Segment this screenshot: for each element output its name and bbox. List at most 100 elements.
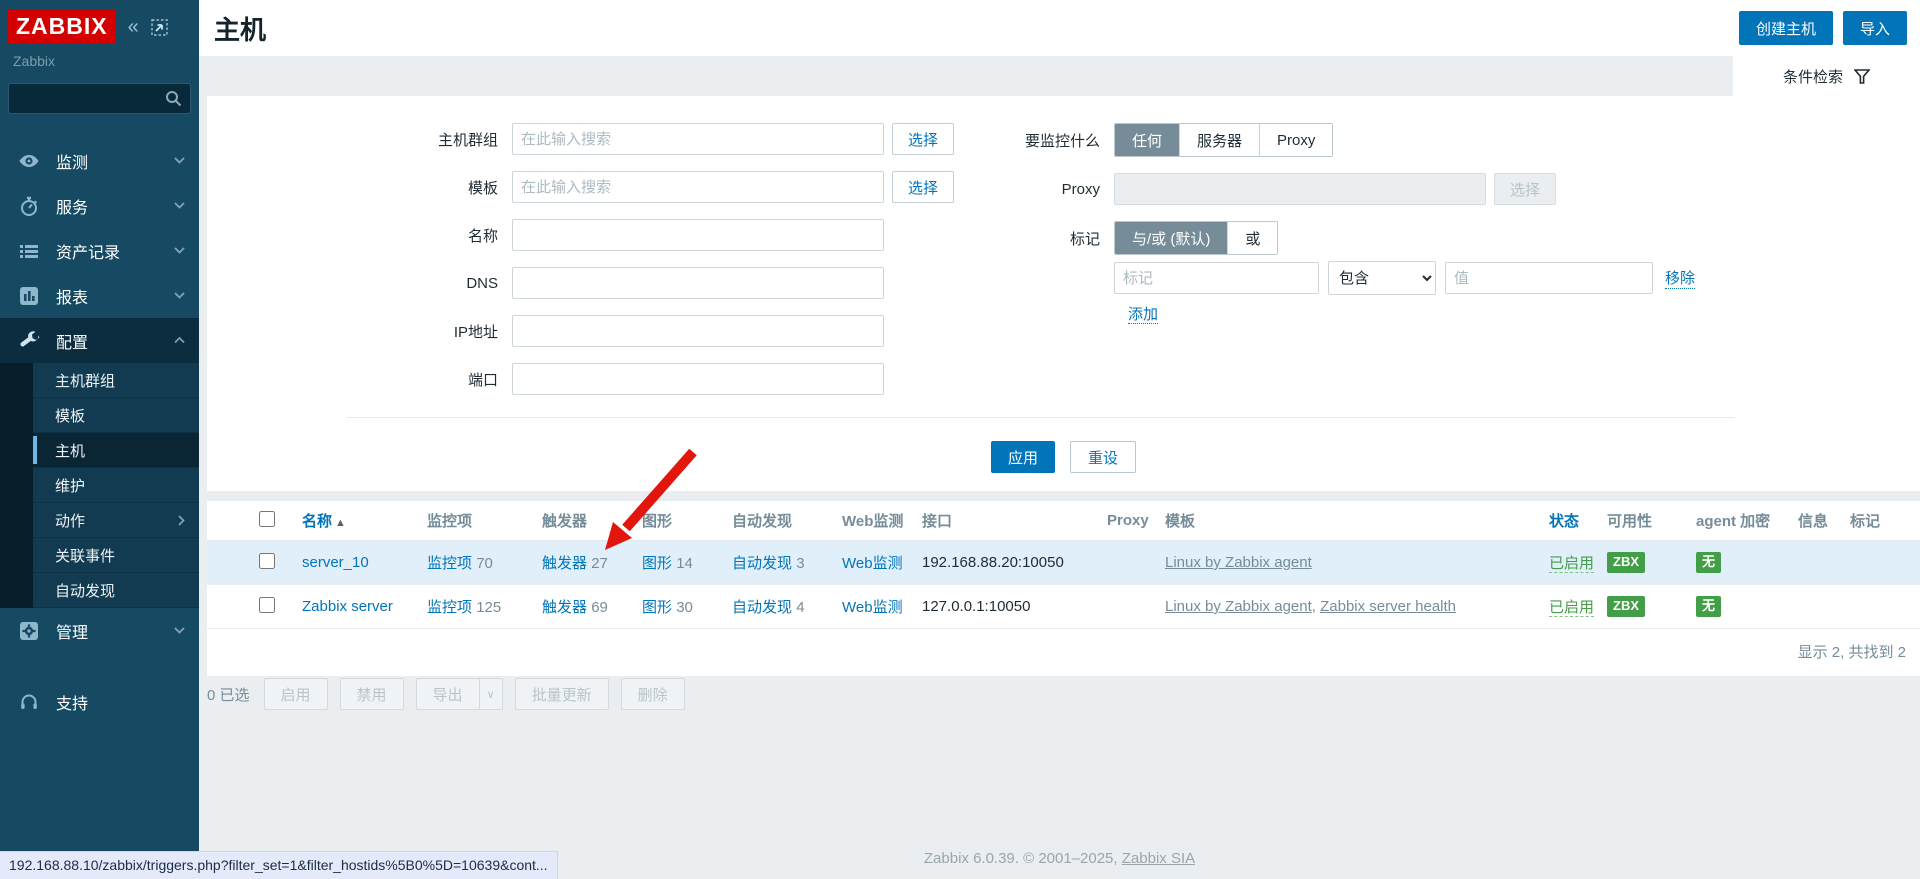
sidebar-item-maintenance[interactable]: 维护 xyxy=(33,468,199,503)
triggers-count: 69 xyxy=(591,599,608,616)
templates-select-button[interactable]: 选择 xyxy=(892,171,954,203)
column-interface: 接口 xyxy=(917,501,1102,541)
template-link[interactable]: Linux by Zabbix agent xyxy=(1165,554,1312,571)
tag-add-link[interactable]: 添加 xyxy=(1128,306,1158,324)
port-input[interactable] xyxy=(512,363,884,395)
sidebar-item-services[interactable]: 服务 xyxy=(0,183,199,228)
sidebar-item-discovery[interactable]: 自动发现 xyxy=(33,573,199,608)
eye-icon xyxy=(18,150,40,172)
sidebar-item-hosts[interactable]: 主机 xyxy=(33,433,199,468)
sidebar-search-input[interactable] xyxy=(8,83,191,114)
bulk-actions-bar: 0 已选 启用 禁用 导出 ∨ 批量更新 删除 xyxy=(207,678,685,710)
sidebar-item-actions[interactable]: 动作 xyxy=(33,503,199,538)
sidebar-item-administration[interactable]: 管理 xyxy=(0,608,199,653)
availability-zbx-badge: ZBX xyxy=(1607,552,1645,573)
template-link[interactable]: Linux by Zabbix agent xyxy=(1165,598,1312,615)
proxy-cell xyxy=(1102,541,1160,585)
reset-button[interactable]: 重设 xyxy=(1070,441,1136,473)
triggers-link[interactable]: 触发器 xyxy=(542,555,587,572)
web-link[interactable]: Web监测 xyxy=(842,599,903,616)
selected-count: 0 已选 xyxy=(207,684,250,705)
list-icon xyxy=(18,240,40,262)
discovery-link[interactable]: 自动发现 xyxy=(732,599,792,616)
host-groups-select-button[interactable]: 选择 xyxy=(892,123,954,155)
column-status[interactable]: 状态 xyxy=(1544,501,1602,541)
tags-mode-or[interactable]: 或 xyxy=(1227,222,1277,254)
tag-operator-select[interactable]: 包含 xyxy=(1328,261,1436,295)
hide-sidebar-icon[interactable] xyxy=(151,19,168,36)
table-stats: 显示 2, 共找到 2 xyxy=(207,629,1920,676)
host-link[interactable]: server_10 xyxy=(302,554,369,571)
zabbix-sia-link[interactable]: Zabbix SIA xyxy=(1122,850,1195,867)
delete-button[interactable]: 删除 xyxy=(621,678,685,710)
items-count: 70 xyxy=(476,555,493,572)
sidebar-item-monitoring[interactable]: 监测 xyxy=(0,138,199,183)
collapse-sidebar-icon[interactable]: « xyxy=(128,17,139,37)
sidebar-item-configuration[interactable]: 配置 xyxy=(0,318,199,363)
graphs-link[interactable]: 图形 xyxy=(642,555,672,572)
name-input[interactable] xyxy=(512,219,884,251)
monitored-by-any[interactable]: 任何 xyxy=(1115,124,1179,156)
discovery-link[interactable]: 自动发现 xyxy=(732,555,792,572)
create-host-button[interactable]: 创建主机 xyxy=(1739,11,1833,45)
chevron-right-icon xyxy=(178,515,185,526)
zabbix-logo[interactable]: ZABBIX xyxy=(8,10,116,44)
triggers-count: 27 xyxy=(591,555,608,572)
proxy-label: Proxy xyxy=(954,181,1114,198)
enable-button[interactable]: 启用 xyxy=(264,678,328,710)
host-link[interactable]: Zabbix server xyxy=(302,598,393,615)
filter-panel: 主机群组 选择 模板 选择 名称 DNS IP地址 端口 xyxy=(207,96,1920,491)
column-templates: 模板 xyxy=(1160,501,1544,541)
proxy-cell xyxy=(1102,585,1160,629)
server-name-label: Zabbix xyxy=(0,44,199,79)
host-groups-input[interactable] xyxy=(512,123,884,155)
column-info: 信息 xyxy=(1793,501,1845,541)
monitored-by-proxy[interactable]: Proxy xyxy=(1259,124,1332,156)
mass-update-button[interactable]: 批量更新 xyxy=(515,678,609,710)
select-all-checkbox[interactable] xyxy=(259,511,275,527)
sidebar-item-support[interactable]: 支持 xyxy=(0,679,199,724)
ip-input[interactable] xyxy=(512,315,884,347)
row-checkbox[interactable] xyxy=(259,553,275,569)
host-groups-label: 主机群组 xyxy=(207,129,512,150)
apply-button[interactable]: 应用 xyxy=(991,441,1055,473)
dns-label: DNS xyxy=(207,275,512,292)
status-enabled-link[interactable]: 已启用 xyxy=(1549,555,1594,573)
web-link[interactable]: Web监测 xyxy=(842,555,903,572)
monitored-by-server[interactable]: 服务器 xyxy=(1179,124,1259,156)
tag-remove-link[interactable]: 移除 xyxy=(1665,267,1695,289)
items-count: 125 xyxy=(476,599,501,616)
triggers-link[interactable]: 触发器 xyxy=(542,599,587,616)
graphs-link[interactable]: 图形 xyxy=(642,599,672,616)
filter-tab[interactable]: 条件检索 xyxy=(1733,56,1920,96)
sidebar-item-inventory[interactable]: 资产记录 xyxy=(0,228,199,273)
row-checkbox[interactable] xyxy=(259,597,275,613)
table-row-server-10: server_10 监控项 70 触发器 27 图形 14 自动发现 3 Web… xyxy=(207,541,1920,585)
tags-mode-andor[interactable]: 与/或 (默认) xyxy=(1115,222,1227,254)
column-name[interactable]: 名称▲ xyxy=(297,501,422,541)
items-link[interactable]: 监控项 xyxy=(427,599,472,616)
export-button[interactable]: 导出 xyxy=(416,678,480,710)
sidebar-item-host-groups[interactable]: 主机群组 xyxy=(33,363,199,398)
disable-button[interactable]: 禁用 xyxy=(340,678,404,710)
sidebar-item-label: 资产记录 xyxy=(56,239,120,263)
status-enabled-link[interactable]: 已启用 xyxy=(1549,599,1594,617)
import-button[interactable]: 导入 xyxy=(1843,11,1907,45)
template-link[interactable]: Zabbix server health xyxy=(1320,598,1456,615)
chevron-down-icon xyxy=(174,627,185,634)
submenu-label: 主机 xyxy=(55,440,85,461)
sidebar-item-reports[interactable]: 报表 xyxy=(0,273,199,318)
submenu-label: 动作 xyxy=(55,510,85,531)
tag-name-input[interactable] xyxy=(1114,262,1319,294)
sidebar-item-event-correlation[interactable]: 关联事件 xyxy=(33,538,199,573)
configuration-submenu: 主机群组 模板 主机 维护 动作 关联事件 自动发现 xyxy=(0,363,199,608)
export-dropdown-button[interactable]: ∨ xyxy=(480,678,503,710)
filter-left-column: 主机群组 选择 模板 选择 名称 DNS IP地址 端口 xyxy=(207,123,954,411)
templates-input[interactable] xyxy=(512,171,884,203)
dns-input[interactable] xyxy=(512,267,884,299)
column-items: 监控项 xyxy=(422,501,537,541)
sidebar-item-templates[interactable]: 模板 xyxy=(33,398,199,433)
tag-value-input[interactable] xyxy=(1445,262,1653,294)
column-discovery: 自动发现 xyxy=(727,501,837,541)
items-link[interactable]: 监控项 xyxy=(427,555,472,572)
